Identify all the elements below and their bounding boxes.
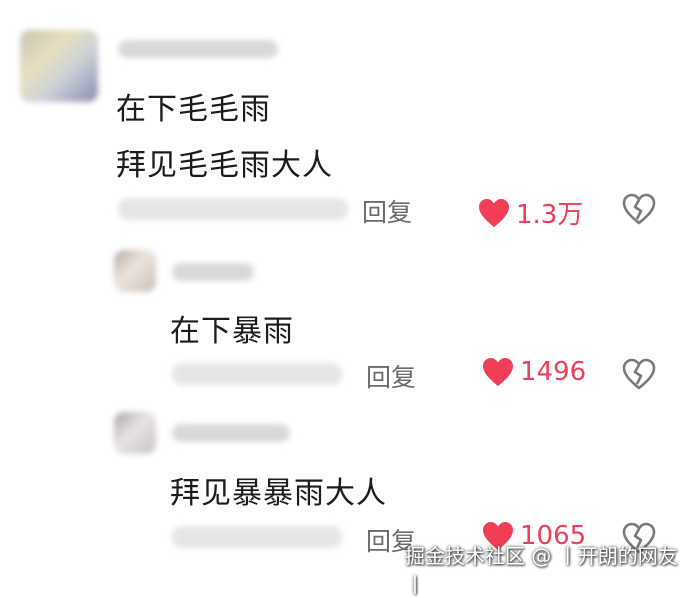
broken-heart-icon[interactable] bbox=[622, 193, 656, 225]
broken-heart-icon[interactable] bbox=[622, 358, 656, 390]
watermark: 掘金技术社区 @ 丨开朗的网友丨 bbox=[405, 544, 678, 597]
heart-icon bbox=[483, 358, 513, 386]
username[interactable] bbox=[172, 263, 254, 281]
comment-timestamp bbox=[172, 363, 342, 385]
comment-timestamp bbox=[172, 526, 342, 548]
comment-timestamp bbox=[118, 198, 348, 220]
reply-button[interactable]: 回复 bbox=[362, 193, 412, 229]
avatar[interactable] bbox=[114, 412, 156, 454]
like-count: 1.3万 bbox=[516, 200, 584, 230]
username[interactable] bbox=[118, 40, 278, 58]
like-button[interactable]: 1.3万 bbox=[478, 194, 583, 231]
like-button[interactable]: 1496 bbox=[482, 357, 586, 387]
avatar[interactable] bbox=[20, 30, 98, 102]
comment-text-line-2: 拜见毛毛雨大人 bbox=[116, 148, 333, 183]
avatar[interactable] bbox=[114, 250, 156, 292]
like-count: 1496 bbox=[520, 357, 587, 387]
comment-text-line-1: 拜见暴暴雨大人 bbox=[170, 476, 387, 511]
username[interactable] bbox=[172, 424, 290, 442]
comment-text-line-1: 在下暴雨 bbox=[170, 314, 294, 349]
comment-text-line-1: 在下毛毛雨 bbox=[116, 92, 271, 127]
reply-button[interactable]: 回复 bbox=[366, 358, 416, 394]
heart-icon bbox=[479, 198, 509, 227]
